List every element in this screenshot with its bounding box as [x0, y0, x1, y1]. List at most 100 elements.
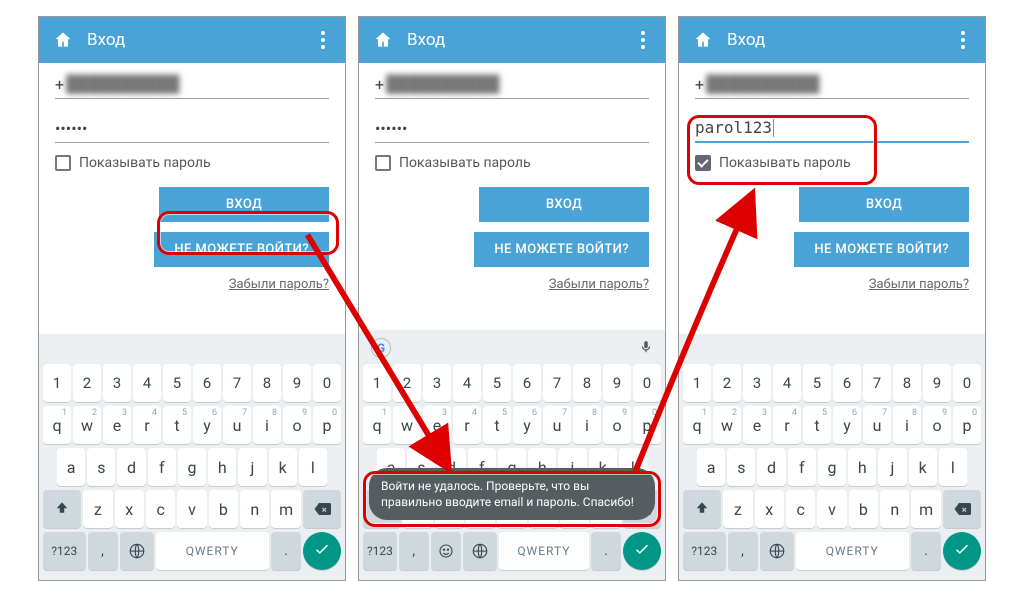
key-n[interactable]: n [880, 490, 909, 528]
login-button[interactable]: ВХОД [159, 187, 329, 222]
key-s[interactable]: s [87, 448, 115, 486]
key-enter[interactable] [623, 532, 661, 570]
key-y[interactable]: y6 [833, 406, 861, 444]
key-i[interactable]: i8 [253, 406, 281, 444]
key-l[interactable]: l [939, 448, 967, 486]
key-b[interactable]: b [849, 490, 878, 528]
key-2[interactable]: 2 [713, 364, 741, 402]
key-d[interactable]: d [757, 448, 785, 486]
key-globe[interactable] [760, 532, 794, 570]
key-8[interactable]: 8 [253, 364, 281, 402]
key-q[interactable]: q1 [683, 406, 711, 444]
key-p[interactable]: p0 [313, 406, 341, 444]
password-input[interactable]: parol123 [695, 121, 969, 143]
login-button[interactable]: ВХОД [799, 187, 969, 222]
key-?123[interactable]: ?123 [683, 532, 726, 570]
key-l[interactable]: l [299, 448, 327, 486]
key-4[interactable]: 4 [773, 364, 801, 402]
phone-input[interactable]: + ██████████ [55, 77, 329, 99]
key-v[interactable]: v [817, 490, 846, 528]
key-,[interactable]: , [88, 532, 118, 570]
key-a[interactable]: a [57, 448, 85, 486]
key-u[interactable]: u7 [223, 406, 251, 444]
key-s[interactable]: s [727, 448, 755, 486]
key-enter[interactable] [943, 532, 981, 570]
home-icon[interactable] [693, 30, 713, 50]
key-e[interactable]: e3 [423, 406, 451, 444]
key-7[interactable]: 7 [223, 364, 251, 402]
key-m[interactable]: m [911, 490, 940, 528]
key-shift[interactable] [683, 490, 721, 528]
key-z[interactable]: z [83, 490, 112, 528]
key-enter[interactable] [303, 532, 341, 570]
key-1[interactable]: 1 [363, 364, 391, 402]
key-globe[interactable] [463, 532, 497, 570]
mic-icon[interactable] [639, 339, 653, 358]
key-h[interactable]: h [208, 448, 236, 486]
show-password-checkbox[interactable]: Показывать пароль [55, 155, 329, 171]
phone-input[interactable]: + ██████████ [375, 77, 649, 99]
key-c[interactable]: c [146, 490, 175, 528]
key-d[interactable]: d [117, 448, 145, 486]
key-globe[interactable] [120, 532, 154, 570]
key-i[interactable]: i8 [573, 406, 601, 444]
key-a[interactable]: a [697, 448, 725, 486]
key-4[interactable]: 4 [453, 364, 481, 402]
key-q[interactable]: q1 [363, 406, 391, 444]
key-6[interactable]: 6 [513, 364, 541, 402]
key-o[interactable]: o9 [923, 406, 951, 444]
key-5[interactable]: 5 [483, 364, 511, 402]
forgot-password-link[interactable]: Забыли пароль? [229, 277, 329, 292]
key-,[interactable]: , [728, 532, 758, 570]
key-y[interactable]: y6 [513, 406, 541, 444]
key-8[interactable]: 8 [893, 364, 921, 402]
show-password-checkbox[interactable]: Показывать пароль [375, 155, 649, 171]
key-,[interactable]: , [399, 532, 429, 570]
key-r[interactable]: r4 [133, 406, 161, 444]
key-h[interactable]: h [848, 448, 876, 486]
key-f[interactable]: f [148, 448, 176, 486]
key-p[interactable]: p0 [953, 406, 981, 444]
key-m[interactable]: m [271, 490, 300, 528]
key-7[interactable]: 7 [543, 364, 571, 402]
key-w[interactable]: w2 [73, 406, 101, 444]
key-1[interactable]: 1 [683, 364, 711, 402]
key-e[interactable]: e3 [743, 406, 771, 444]
trouble-button[interactable]: НЕ МОЖЕТЕ ВОЙТИ? [474, 232, 649, 267]
google-icon[interactable]: G [371, 338, 391, 358]
key-b[interactable]: b [209, 490, 238, 528]
key-t[interactable]: t5 [803, 406, 831, 444]
key-w[interactable]: w2 [713, 406, 741, 444]
key-qwerty[interactable]: QWERTY [499, 532, 589, 570]
key-q[interactable]: q1 [43, 406, 71, 444]
key-v[interactable]: v [177, 490, 206, 528]
key-t[interactable]: t5 [163, 406, 191, 444]
key-o[interactable]: o9 [603, 406, 631, 444]
home-icon[interactable] [373, 30, 393, 50]
key-o[interactable]: o9 [283, 406, 311, 444]
overflow-menu-icon[interactable] [955, 31, 971, 49]
key-u[interactable]: u7 [863, 406, 891, 444]
key-k[interactable]: k [909, 448, 937, 486]
key-0[interactable]: 0 [953, 364, 981, 402]
key-backspace[interactable] [943, 490, 981, 528]
key-emoji[interactable] [431, 532, 461, 570]
forgot-password-link[interactable]: Забыли пароль? [549, 277, 649, 292]
key-g[interactable]: g [818, 448, 846, 486]
key-6[interactable]: 6 [833, 364, 861, 402]
key-k[interactable]: k [269, 448, 297, 486]
key-6[interactable]: 6 [193, 364, 221, 402]
key-3[interactable]: 3 [103, 364, 131, 402]
key-g[interactable]: g [178, 448, 206, 486]
key-j[interactable]: j [238, 448, 266, 486]
login-button[interactable]: ВХОД [479, 187, 649, 222]
key-r[interactable]: r4 [453, 406, 481, 444]
key-shift[interactable] [43, 490, 81, 528]
key-y[interactable]: y6 [193, 406, 221, 444]
key-z[interactable]: z [723, 490, 752, 528]
key-3[interactable]: 3 [743, 364, 771, 402]
overflow-menu-icon[interactable] [635, 31, 651, 49]
key-e[interactable]: e3 [103, 406, 131, 444]
key-2[interactable]: 2 [73, 364, 101, 402]
phone-input[interactable]: + ██████████ [695, 77, 969, 99]
